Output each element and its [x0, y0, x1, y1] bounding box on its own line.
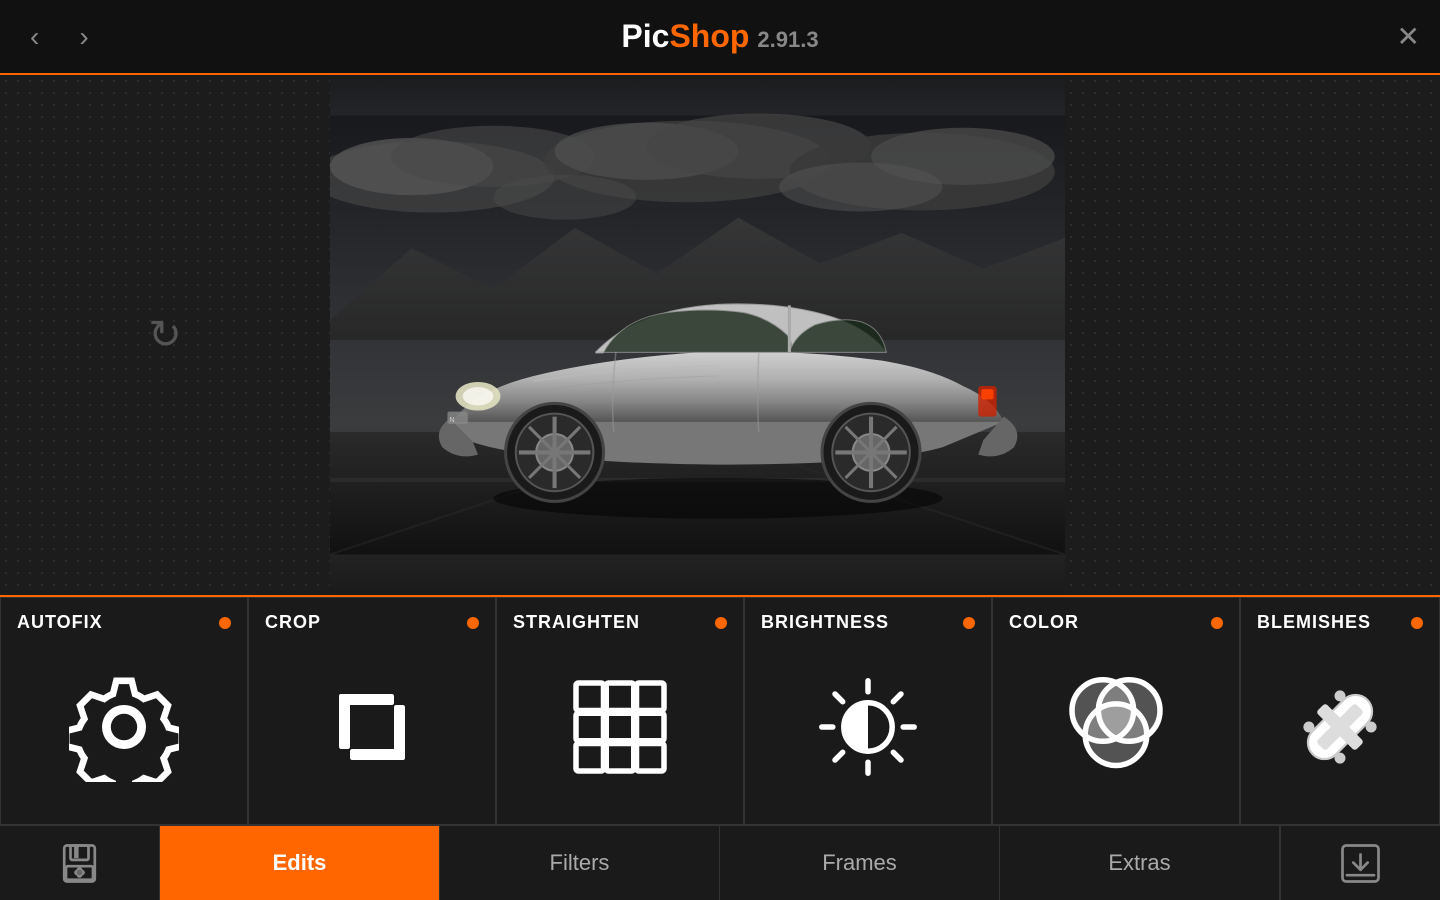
tab-edits-label: Edits	[273, 850, 327, 876]
color-dot	[1211, 617, 1223, 629]
straighten-label-row: STRAIGHTEN	[513, 612, 727, 633]
brightness-icon	[813, 672, 923, 782]
app-version: 2.91.3	[757, 27, 818, 52]
tool-brightness[interactable]: BRIGHTNESS	[744, 597, 992, 825]
right-sidebar	[1065, 75, 1440, 595]
title-shop: Shop	[669, 18, 749, 54]
blemishes-icon-area	[1257, 643, 1423, 810]
straighten-dot	[715, 617, 727, 629]
tool-straighten[interactable]: STRAIGHTEN	[496, 597, 744, 825]
left-sidebar: ↻	[0, 75, 330, 595]
tool-autofix[interactable]: AUTOFIX	[0, 597, 248, 825]
app-title: PicShop 2.91.3	[621, 18, 818, 55]
forward-button[interactable]: ›	[69, 16, 98, 58]
tab-edits[interactable]: Edits	[160, 826, 440, 900]
autofix-icon-area	[17, 643, 231, 810]
color-icon-area	[1009, 643, 1223, 810]
tab-export[interactable]	[1280, 826, 1440, 900]
blemishes-label-row: BLEMISHES	[1257, 612, 1423, 633]
brightness-icon-area	[761, 643, 975, 810]
refresh-icon[interactable]: ↻	[148, 312, 182, 358]
tools-row: AUTOFIX CROP	[0, 595, 1440, 825]
brightness-label: BRIGHTNESS	[761, 612, 889, 633]
brightness-dot	[963, 617, 975, 629]
autofix-dot	[219, 617, 231, 629]
title-pic: Pic	[621, 18, 669, 54]
crop-icon	[317, 672, 427, 782]
crop-label-row: CROP	[265, 612, 479, 633]
tab-filters[interactable]: Filters	[440, 826, 720, 900]
svg-text:N: N	[449, 416, 454, 424]
tool-crop[interactable]: CROP	[248, 597, 496, 825]
car-scene-svg: N	[330, 75, 1065, 595]
close-button[interactable]: ✕	[1397, 20, 1420, 53]
brightness-label-row: BRIGHTNESS	[761, 612, 975, 633]
save-icon	[57, 841, 102, 886]
color-icon	[1061, 672, 1171, 782]
crop-label: CROP	[265, 612, 321, 633]
grid-icon	[565, 672, 675, 782]
blemishes-icon	[1285, 672, 1395, 782]
straighten-icon-area	[513, 643, 727, 810]
color-label-row: COLOR	[1009, 612, 1223, 633]
crop-icon-area	[265, 643, 479, 810]
nav-left: ‹ ›	[20, 16, 99, 58]
back-button[interactable]: ‹	[20, 16, 49, 58]
tab-filters-label: Filters	[550, 850, 610, 876]
tool-color[interactable]: COLOR	[992, 597, 1240, 825]
autofix-label: AUTOFIX	[17, 612, 103, 633]
color-label: COLOR	[1009, 612, 1079, 633]
gear-icon	[69, 672, 179, 782]
straighten-label: STRAIGHTEN	[513, 612, 640, 633]
car-image: N	[330, 75, 1065, 595]
crop-dot	[467, 617, 479, 629]
export-icon	[1338, 841, 1383, 886]
main-content: ↻	[0, 75, 1440, 595]
image-area: N	[330, 75, 1065, 595]
tab-frames[interactable]: Frames	[720, 826, 1000, 900]
bottom-tabs: Edits Filters Frames Extras	[0, 825, 1440, 900]
app-header: ‹ › PicShop 2.91.3 ✕	[0, 0, 1440, 75]
autofix-label-row: AUTOFIX	[17, 612, 231, 633]
tool-blemishes[interactable]: BLEMISHES	[1240, 597, 1440, 825]
tab-frames-label: Frames	[822, 850, 897, 876]
tab-save[interactable]	[0, 826, 160, 900]
blemishes-dot	[1411, 617, 1423, 629]
blemishes-label: BLEMISHES	[1257, 612, 1371, 633]
tab-extras-label: Extras	[1108, 850, 1170, 876]
tab-extras[interactable]: Extras	[1000, 826, 1280, 900]
